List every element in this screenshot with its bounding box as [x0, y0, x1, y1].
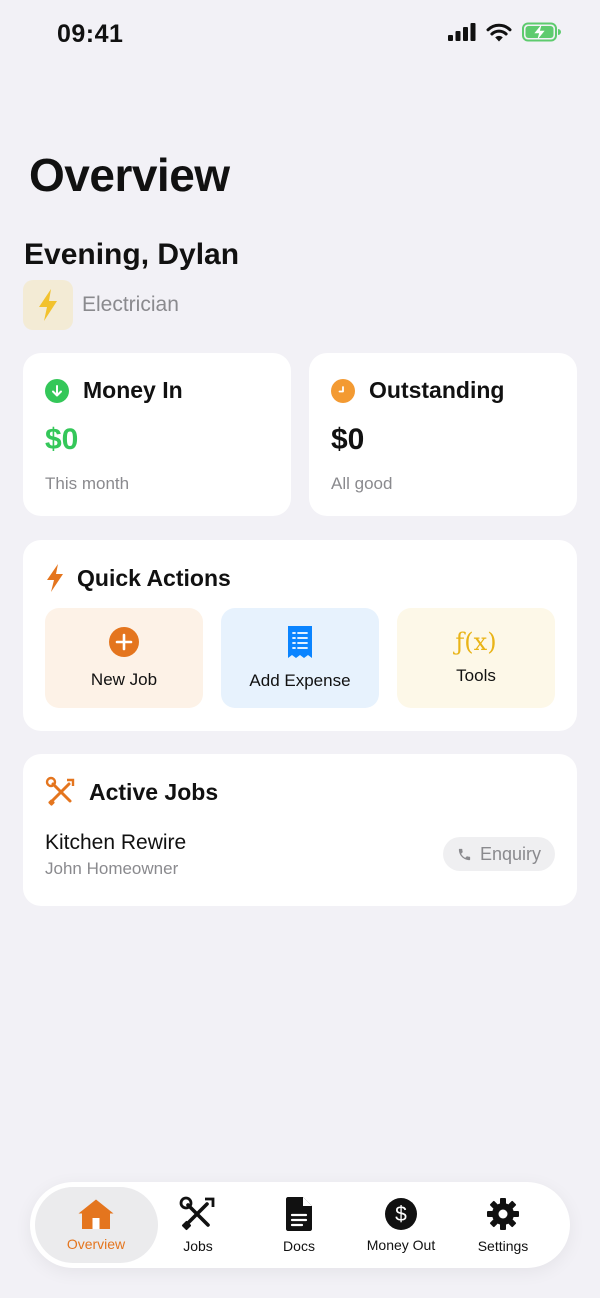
- tab-overview[interactable]: Overview: [46, 1182, 146, 1268]
- add-expense-button[interactable]: Add Expense: [221, 608, 379, 708]
- status-icons: [448, 22, 562, 42]
- status-time: 09:41: [57, 20, 124, 48]
- money-in-card[interactable]: Money In $0 This month: [23, 353, 291, 516]
- trade-row: Electrician: [23, 280, 179, 330]
- screen: 09:41 Overview Evening, Dylan Electricia…: [0, 0, 600, 1298]
- trade-label: Electrician: [82, 293, 179, 316]
- lightning-bolt-icon: [39, 289, 57, 321]
- quick-actions-card: Quick Actions New Job Add Expense ƒ(x) T…: [23, 540, 577, 731]
- phone-icon: [458, 848, 471, 860]
- tab-money-out-label: Money Out: [366, 1237, 436, 1253]
- trade-badge: [23, 280, 73, 330]
- plus-circle-icon: [109, 627, 139, 657]
- dollar-circle-icon: $: [385, 1198, 417, 1230]
- quick-actions-header: Quick Actions: [45, 564, 231, 592]
- tab-jobs-label: Jobs: [183, 1238, 213, 1254]
- tab-docs[interactable]: Docs: [249, 1182, 349, 1268]
- cellular-signal-icon: [448, 23, 476, 41]
- outstanding-header: Outstanding: [331, 377, 504, 404]
- active-jobs-card: Active Jobs Kitchen Rewire John Homeowne…: [23, 754, 577, 906]
- job-name: Kitchen Rewire: [45, 831, 187, 854]
- active-jobs-title: Active Jobs: [89, 778, 219, 805]
- house-icon: [78, 1199, 114, 1229]
- status-bar: 09:41: [0, 0, 600, 70]
- battery-charging-icon: [522, 22, 561, 42]
- receipt-icon: [288, 626, 312, 658]
- money-in-header: Money In: [45, 377, 183, 404]
- money-in-title: Money In: [83, 377, 183, 403]
- outstanding-value: $0: [331, 423, 365, 456]
- tab-docs-label: Docs: [283, 1238, 315, 1254]
- gear-icon: [487, 1198, 519, 1230]
- tab-bar: Overview Jobs Docs $ Money Out Settings: [30, 1182, 570, 1268]
- tab-money-out[interactable]: $ Money Out: [351, 1182, 451, 1268]
- document-icon: [286, 1197, 312, 1231]
- outstanding-card[interactable]: Outstanding $0 All good: [309, 353, 577, 516]
- wifi-icon: [486, 23, 512, 41]
- tools-button[interactable]: ƒ(x) Tools: [397, 608, 555, 708]
- tools-label: Tools: [456, 666, 496, 685]
- new-job-label: New Job: [90, 670, 158, 689]
- money-in-value: $0: [45, 423, 79, 456]
- tab-jobs[interactable]: Jobs: [148, 1182, 248, 1268]
- lightning-bolt-icon: [47, 564, 63, 592]
- wrench-screwdriver-icon: [179, 1196, 215, 1231]
- wrench-screwdriver-icon: [45, 776, 75, 806]
- greeting: Evening, Dylan: [24, 238, 240, 271]
- arrow-down-circle-icon: [45, 378, 69, 403]
- svg-text:$: $: [395, 1203, 407, 1226]
- function-icon: ƒ(x): [455, 628, 497, 656]
- new-job-button[interactable]: New Job: [45, 608, 203, 708]
- page-title: Overview: [29, 149, 230, 201]
- job-client: John Homeowner: [45, 859, 179, 878]
- clock-icon: [331, 378, 355, 403]
- outstanding-title: Outstanding: [369, 377, 505, 403]
- job-status-badge: Enquiry: [442, 837, 555, 871]
- job-status-label: Enquiry: [479, 843, 541, 864]
- tab-overview-label: Overview: [66, 1236, 126, 1252]
- add-expense-label: Add Expense: [249, 671, 351, 690]
- quick-actions-title: Quick Actions: [77, 564, 231, 591]
- tab-settings[interactable]: Settings: [453, 1182, 553, 1268]
- money-in-subtitle: This month: [45, 474, 130, 493]
- outstanding-subtitle: All good: [331, 474, 393, 493]
- active-jobs-header: Active Jobs: [45, 776, 218, 808]
- tab-settings-label: Settings: [477, 1238, 529, 1254]
